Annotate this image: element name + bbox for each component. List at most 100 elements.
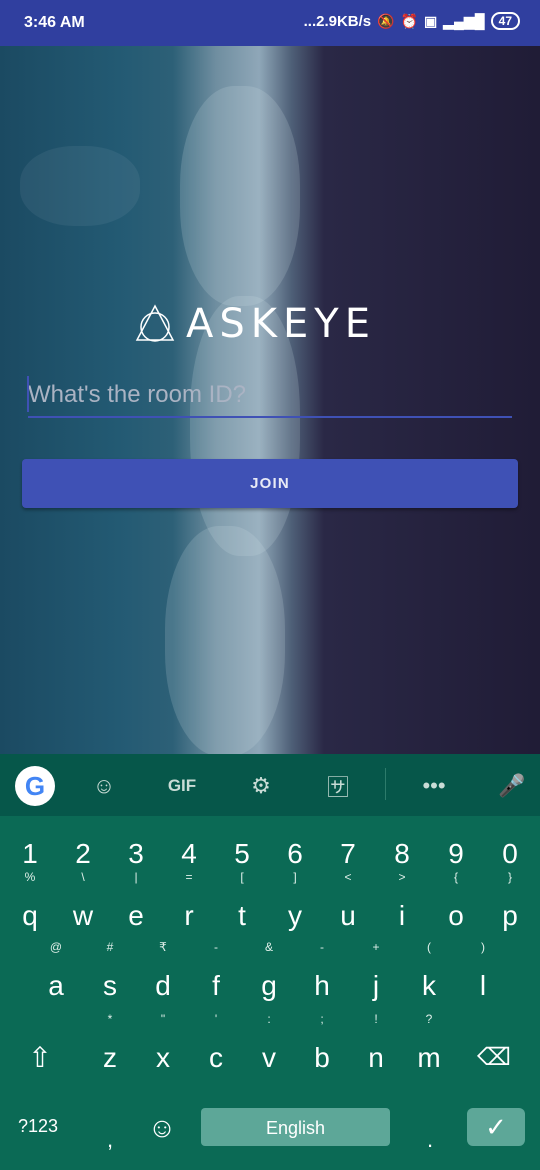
- room-id-input[interactable]: [28, 374, 512, 418]
- key-j[interactable]: + j: [356, 940, 396, 1014]
- triangle-logo-icon: [135, 304, 175, 342]
- logo-text: ASKEYE: [186, 301, 376, 347]
- battery-indicator: 47: [490, 12, 520, 30]
- key-x[interactable]: " x: [143, 1012, 183, 1086]
- key-hint: :: [267, 1012, 271, 1026]
- key-label: x: [156, 1042, 170, 1073]
- key-hint: ₹: [159, 940, 167, 954]
- key-hint: ?: [425, 1012, 433, 1026]
- key-label: n: [368, 1042, 384, 1073]
- shift-key[interactable]: ⇧: [20, 1030, 60, 1086]
- key-w[interactable]: \ w: [63, 870, 103, 944]
- key-hint: -: [320, 940, 324, 954]
- key-hint: *: [107, 1012, 113, 1026]
- key-z[interactable]: * z: [90, 1012, 130, 1086]
- key-t[interactable]: [t: [222, 870, 262, 944]
- enter-check-icon[interactable]: ✓: [467, 1108, 525, 1146]
- key-i[interactable]: > i: [382, 870, 422, 944]
- key-hint: ": [160, 1012, 166, 1026]
- key-hint: <: [344, 870, 352, 884]
- text-cursor: [27, 376, 29, 412]
- signal-icon: ▂▄▆█: [443, 12, 485, 29]
- key-label: a: [48, 970, 64, 1001]
- key-hint: #: [106, 940, 114, 954]
- key-label: v: [262, 1042, 276, 1073]
- more-icon[interactable]: •••: [416, 768, 452, 804]
- key-p[interactable]: } p: [490, 870, 530, 944]
- key-e[interactable]: | e: [116, 870, 156, 944]
- key-label: w: [72, 900, 94, 931]
- key-hint: (: [427, 940, 431, 954]
- key-o[interactable]: {o: [436, 870, 476, 944]
- key-n[interactable]: ! n: [356, 1012, 396, 1086]
- space-bar[interactable]: English: [201, 1108, 390, 1146]
- key-label: i: [398, 900, 406, 931]
- key-label: q: [22, 900, 38, 931]
- key-hint: @: [49, 940, 63, 954]
- mic-icon[interactable]: 🎤: [494, 768, 530, 804]
- key-row-2: @ a # s ₹ d -f & g -h + j (k ) l: [0, 940, 540, 1018]
- translate-icon[interactable]: 🈂: [320, 768, 356, 804]
- key-h[interactable]: -h: [302, 940, 342, 1014]
- period-key[interactable]: .: [410, 1112, 450, 1168]
- key-label: b: [314, 1042, 330, 1073]
- key-s[interactable]: # s: [90, 940, 130, 1014]
- status-bar: 3:46 AM ...2.9KB/s 🔕 ⏰ ▣ ▂▄▆█ 47: [0, 0, 540, 46]
- soft-keyboard: G ☺ GIF ⚙ 🈂 ••• 🎤 1 2 3 4 5 6 7 8 9 0 % q…: [0, 754, 540, 1170]
- settings-icon[interactable]: ⚙: [243, 768, 279, 804]
- key-label: t: [238, 900, 246, 931]
- key-m[interactable]: ? m: [409, 1012, 449, 1086]
- gif-button[interactable]: GIF: [162, 768, 202, 804]
- key-row-1: % q \ w | e = r [t ] y < u > i {o } p: [0, 870, 540, 948]
- key-hint: +: [372, 940, 380, 954]
- backspace-icon[interactable]: ⌫: [474, 1030, 514, 1086]
- symbols-key[interactable]: ?123: [18, 1116, 58, 1137]
- key-hint: ): [481, 940, 485, 954]
- key-y[interactable]: ] y: [275, 870, 315, 944]
- key-c[interactable]: ' c: [196, 1012, 236, 1086]
- key-label: l: [479, 970, 487, 1001]
- app-logo: ASKEYE: [134, 300, 384, 348]
- key-v[interactable]: :v: [249, 1012, 289, 1086]
- key-label: f: [212, 970, 220, 1001]
- key-hint: [: [240, 870, 244, 884]
- status-time: 3:46 AM: [24, 14, 85, 31]
- key-g[interactable]: & g: [249, 940, 289, 1014]
- key-k[interactable]: (k: [409, 940, 449, 1014]
- key-a[interactable]: @ a: [36, 940, 76, 1014]
- key-b[interactable]: ; b: [302, 1012, 342, 1086]
- key-label: p: [502, 900, 518, 931]
- key-l[interactable]: ) l: [463, 940, 503, 1014]
- key-hint: }: [507, 870, 512, 884]
- key-hint: &: [264, 940, 273, 954]
- toolbar-divider: [385, 768, 386, 800]
- key-f[interactable]: -f: [196, 940, 236, 1014]
- key-label: o: [448, 900, 464, 931]
- key-d[interactable]: ₹ d: [143, 940, 183, 1014]
- sticker-icon[interactable]: ☺: [86, 768, 122, 804]
- alarm-icon: ⏰: [400, 12, 419, 29]
- join-button[interactable]: JOIN: [22, 459, 518, 508]
- emoji-icon[interactable]: ☺: [142, 1100, 182, 1156]
- mute-icon: 🔕: [377, 12, 395, 29]
- key-r[interactable]: = r: [169, 870, 209, 944]
- status-icons: ...2.9KB/s 🔕 ⏰ ▣ ▂▄▆█ 47: [304, 12, 520, 30]
- key-hint: -: [214, 940, 218, 954]
- key-hint: !: [374, 1012, 378, 1026]
- key-label: g: [261, 970, 277, 1001]
- key-hint: \: [81, 870, 85, 884]
- key-u[interactable]: < u: [328, 870, 368, 944]
- comma-key[interactable]: ,: [90, 1112, 130, 1168]
- key-hint: |: [134, 870, 138, 884]
- keyboard-toolbar: G ☺ GIF ⚙ 🈂 ••• 🎤: [0, 754, 540, 816]
- key-q[interactable]: % q: [10, 870, 50, 944]
- key-label: e: [128, 900, 144, 931]
- volte-icon: ▣: [424, 12, 438, 29]
- key-hint: =: [185, 870, 193, 884]
- key-hint: ': [214, 1012, 218, 1026]
- key-hint: %: [24, 870, 36, 884]
- key-hint: {: [453, 870, 458, 884]
- google-icon[interactable]: G: [15, 766, 55, 806]
- key-hint: >: [398, 870, 406, 884]
- key-label: h: [314, 970, 330, 1001]
